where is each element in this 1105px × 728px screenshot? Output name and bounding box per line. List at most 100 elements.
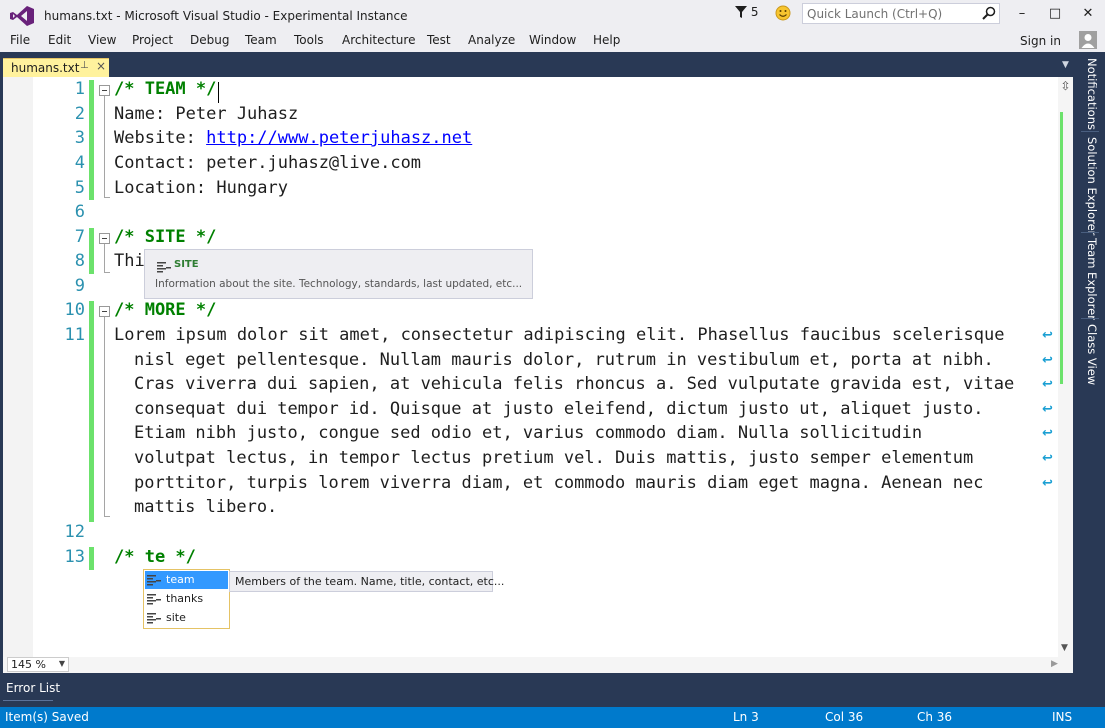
editor-bottom-bar: 145 % ▼ ▶ bbox=[3, 657, 1073, 673]
tool-tab-separator bbox=[1081, 232, 1099, 233]
code-line-7: /* SITE */ bbox=[114, 227, 217, 247]
completion-item-label: team bbox=[166, 573, 195, 586]
quick-launch-box[interactable] bbox=[802, 3, 1000, 24]
collapse-region-icon[interactable] bbox=[99, 233, 110, 244]
split-window-icon[interactable]: ⇳ bbox=[1059, 79, 1072, 93]
minimize-button[interactable]: – bbox=[1005, 0, 1039, 28]
code-line-11-wrap: mattis libero. bbox=[134, 497, 278, 517]
status-char: Ch 36 bbox=[917, 710, 953, 724]
menu-window[interactable]: Window bbox=[529, 33, 576, 47]
menu-debug[interactable]: Debug bbox=[190, 33, 229, 47]
change-bar bbox=[89, 547, 94, 570]
error-list-tab-underline bbox=[3, 700, 53, 701]
vertical-scrollbar[interactable]: ⇳ ▼ bbox=[1058, 77, 1073, 657]
zoom-value: 145 % bbox=[11, 658, 46, 671]
sign-in-link[interactable]: Sign in bbox=[1020, 34, 1061, 48]
outline-line bbox=[104, 244, 105, 272]
maximize-button[interactable]: □ bbox=[1038, 0, 1072, 28]
user-avatar-icon[interactable] bbox=[1079, 31, 1097, 49]
snippet-icon bbox=[147, 594, 161, 605]
snippet-icon bbox=[157, 262, 171, 273]
code-line-11-wrap: Etiam nibh justo, congue sed odio et, va… bbox=[134, 423, 923, 443]
menu-edit[interactable]: Edit bbox=[48, 33, 71, 47]
website-link[interactable]: http://www.peterjuhasz.net bbox=[206, 128, 472, 148]
menu-tools[interactable]: Tools bbox=[294, 33, 324, 47]
error-list-tab[interactable]: Error List bbox=[6, 681, 60, 695]
line-number: 11 bbox=[64, 325, 85, 345]
word-wrap-glyph-icon: ↩ bbox=[1042, 328, 1053, 343]
word-wrap-glyph-icon: ↩ bbox=[1042, 353, 1053, 368]
menu-test[interactable]: Test bbox=[427, 33, 451, 47]
line-number: 2 bbox=[74, 104, 85, 124]
tool-tab-notifications[interactable]: Notifications bbox=[1081, 58, 1099, 130]
close-tab-icon[interactable]: × bbox=[96, 59, 106, 73]
outline-end bbox=[104, 272, 110, 273]
feedback-smiley-icon[interactable] bbox=[775, 5, 791, 21]
search-icon[interactable] bbox=[982, 6, 996, 20]
completion-list[interactable]: team thanks site bbox=[143, 569, 230, 629]
snippet-icon bbox=[147, 575, 161, 586]
code-line-11-wrap: Cras viverra dui sapien, at vehicula fel… bbox=[134, 374, 1015, 394]
completion-item-thanks[interactable]: thanks bbox=[145, 590, 228, 608]
tool-tab-separator bbox=[1081, 318, 1099, 319]
status-insert-mode: INS bbox=[1052, 710, 1073, 724]
menu-view[interactable]: View bbox=[88, 33, 116, 47]
completion-tooltip-text: Members of the team. Name, title, contac… bbox=[235, 575, 505, 588]
code-line-1: /* TEAM */ bbox=[114, 79, 217, 99]
zoom-dropdown[interactable]: 145 % ▼ bbox=[7, 657, 69, 672]
tool-tab-class-view[interactable]: Class View bbox=[1081, 324, 1099, 385]
scroll-down-arrow-icon[interactable]: ▼ bbox=[1061, 643, 1068, 653]
filter-count: 5 bbox=[750, 5, 759, 19]
quick-info-title: SITE bbox=[174, 259, 199, 270]
menu-help[interactable]: Help bbox=[593, 33, 620, 47]
completion-tooltip: Members of the team. Name, title, contac… bbox=[229, 571, 504, 592]
document-tab-label: humans.txt bbox=[11, 61, 80, 75]
code-line-5: Location: Hungary bbox=[114, 178, 288, 198]
quick-info-tooltip: SITE Information about the site. Technol… bbox=[144, 249, 533, 299]
filter-icon bbox=[735, 6, 747, 18]
quick-launch-input[interactable] bbox=[803, 4, 973, 23]
line-number: 3 bbox=[74, 128, 85, 148]
word-wrap-glyph-icon: ↩ bbox=[1042, 426, 1053, 441]
pin-icon[interactable]: ⊥ bbox=[80, 60, 89, 71]
feedback-filter[interactable]: 5 bbox=[735, 5, 758, 19]
menu-team[interactable]: Team bbox=[245, 33, 277, 47]
line-number: 9 bbox=[74, 276, 85, 296]
line-number: 13 bbox=[64, 547, 85, 567]
menu-file[interactable]: File bbox=[10, 33, 30, 47]
title-bar: humans.txt - Microsoft Visual Studio - E… bbox=[0, 0, 1105, 30]
outline-end bbox=[104, 197, 110, 198]
tab-dropdown-icon[interactable]: ▼ bbox=[1062, 60, 1069, 70]
quick-info-description: Information about the site. Technology, … bbox=[155, 278, 523, 290]
collapse-region-icon[interactable] bbox=[99, 85, 110, 96]
code-line-3: Website: http://www.peterjuhasz.net bbox=[114, 128, 472, 148]
line-number: 12 bbox=[64, 522, 85, 542]
code-line-11-wrap: porttitor, turpis lorem viverra diam, et… bbox=[134, 473, 984, 493]
change-bar bbox=[89, 301, 94, 522]
code-line-2: Name: Peter Juhasz bbox=[114, 104, 299, 124]
menu-architecture[interactable]: Architecture bbox=[342, 33, 415, 47]
visual-studio-logo-icon bbox=[10, 6, 34, 26]
word-wrap-glyph-icon: ↩ bbox=[1042, 402, 1053, 417]
code-line-11-wrap: Lorem ipsum dolor sit amet, consectetur … bbox=[114, 325, 1005, 345]
status-message: Item(s) Saved bbox=[5, 710, 89, 724]
line-number: 8 bbox=[74, 251, 85, 271]
collapse-region-icon[interactable] bbox=[99, 306, 110, 317]
completion-item-team[interactable]: team bbox=[145, 571, 228, 589]
close-button[interactable]: ✕ bbox=[1071, 0, 1105, 28]
code-line-11-wrap: consequat dui tempor id. Quisque at just… bbox=[134, 399, 984, 419]
tool-tab-solution-explorer[interactable]: Solution Explorer bbox=[1081, 137, 1099, 235]
line-number: 6 bbox=[74, 202, 85, 222]
scroll-right-arrow-icon[interactable]: ▶ bbox=[1051, 659, 1058, 669]
status-bar: Item(s) Saved Ln 3 Col 36 Ch 36 INS bbox=[0, 707, 1105, 728]
code-line-8: Thi bbox=[114, 251, 145, 271]
line-number: 7 bbox=[74, 227, 85, 247]
menu-analyze[interactable]: Analyze bbox=[468, 33, 515, 47]
line-number: 10 bbox=[64, 300, 85, 320]
menu-project[interactable]: Project bbox=[132, 33, 173, 47]
code-line-10: /* MORE */ bbox=[114, 300, 217, 320]
tool-tab-team-explorer[interactable]: Team Explorer bbox=[1081, 238, 1099, 320]
completion-item-label: site bbox=[166, 611, 186, 624]
document-tab-humans-txt[interactable]: humans.txt ⊥ × bbox=[3, 58, 109, 77]
completion-item-site[interactable]: site bbox=[145, 609, 228, 627]
